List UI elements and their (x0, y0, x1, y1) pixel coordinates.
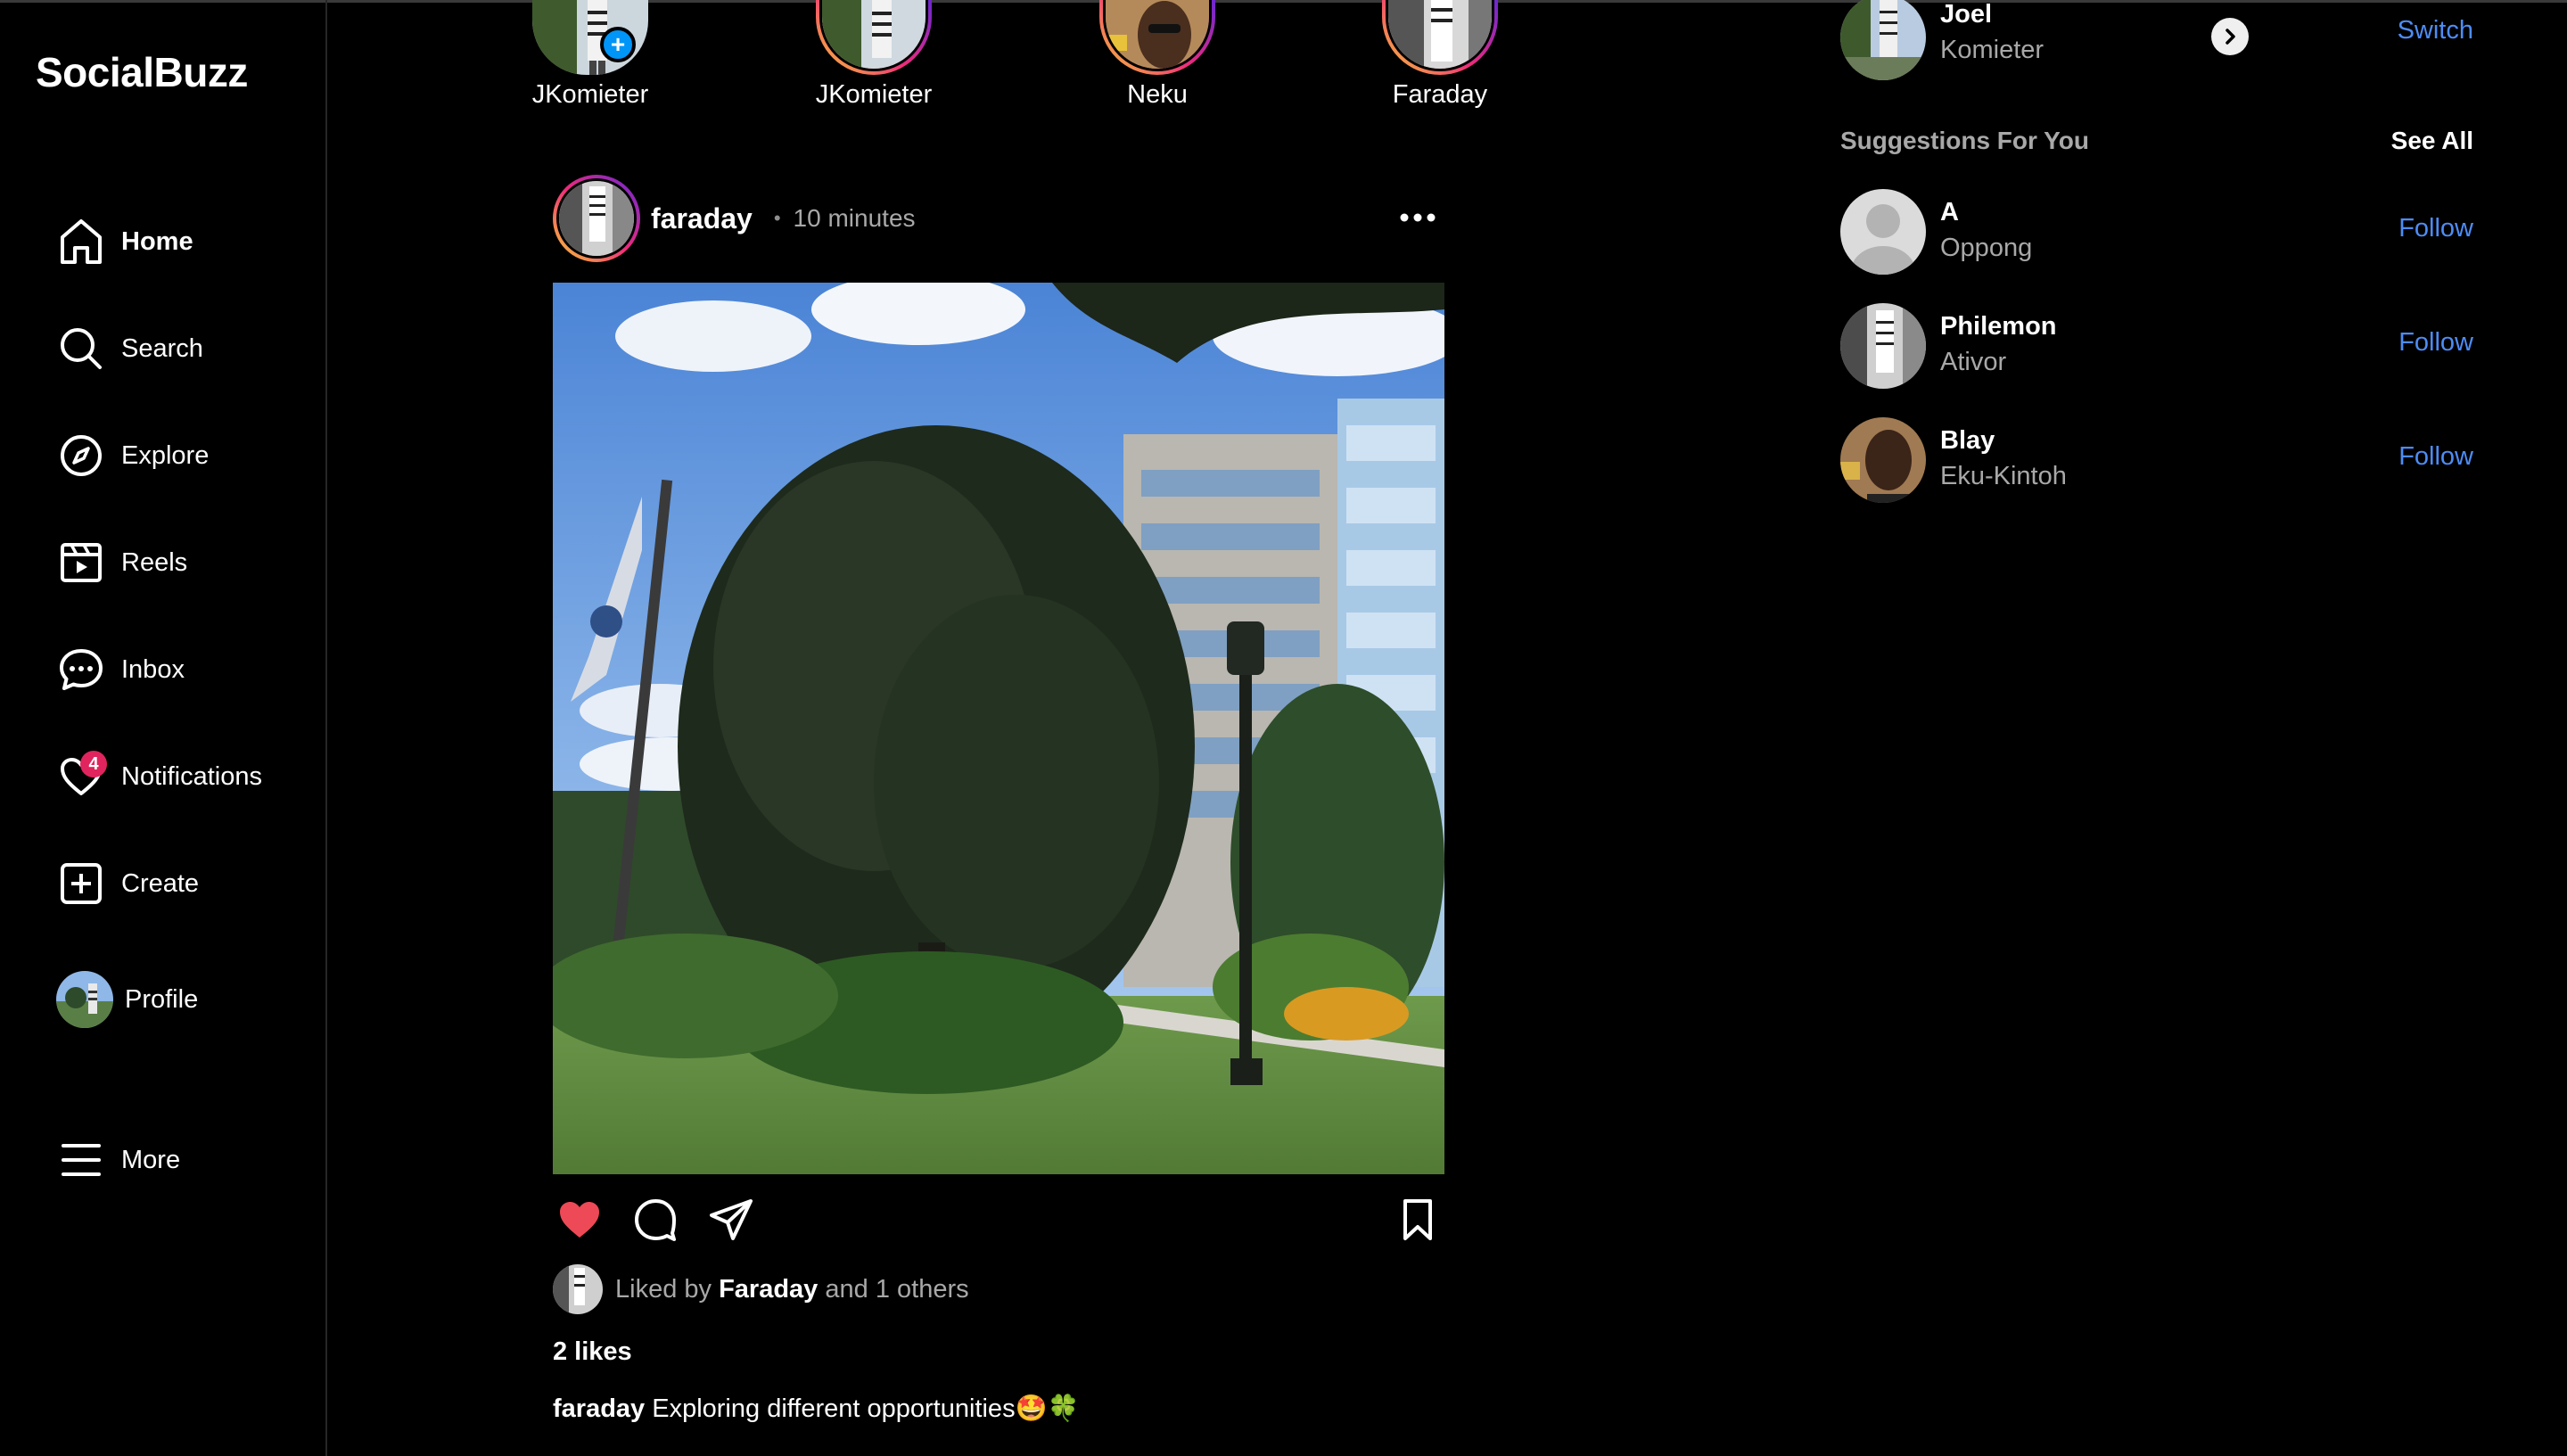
comment-icon (635, 1199, 676, 1241)
story-avatar (1382, 0, 1498, 75)
post-author-avatar[interactable] (553, 175, 640, 262)
suggestions-title: Suggestions For You (1840, 127, 2089, 154)
share-button[interactable] (704, 1193, 758, 1246)
sidebar-item-label: Notifications (121, 761, 262, 791)
current-user-card: Joel Komieter Switch (1840, 0, 2518, 80)
sidebar-item-create[interactable]: Create (53, 852, 312, 915)
sidebar-item-label: Inbox (121, 654, 185, 684)
liker-avatar (553, 1264, 603, 1314)
liked-by-row[interactable]: Liked by Faraday and 1 others (553, 1263, 969, 1316)
home-icon (53, 214, 109, 269)
stories-bar: + JKomieter JKomieter Neku Faraday (499, 0, 2249, 116)
avatar[interactable] (1840, 189, 1926, 275)
sidebar-item-label: Search (121, 333, 203, 363)
sidebar-item-notifications[interactable]: 4 Notifications (53, 745, 312, 808)
suggestion-item: Blay Eku-Kintoh Follow (1840, 417, 2518, 505)
send-icon (710, 1199, 753, 1240)
like-count[interactable]: 2 likes (553, 1337, 632, 1367)
post-timestamp: 10 minutes (793, 204, 916, 232)
bookmark-icon (1403, 1199, 1432, 1240)
comment-button[interactable] (629, 1193, 682, 1246)
heart-filled-icon (560, 1202, 599, 1238)
sidebar-item-label: Profile (125, 984, 199, 1014)
post-options-button[interactable] (1391, 200, 1444, 235)
suggestion-first-name[interactable]: Philemon (1940, 312, 2057, 341)
separator-dot: • (773, 207, 781, 229)
more-horizontal-icon (1400, 213, 1436, 222)
post-caption: faraday Exploring different opportunitie… (553, 1394, 1080, 1424)
post-header: faraday • 10 minutes (553, 169, 1444, 267)
sidebar-item-label: Home (121, 226, 193, 256)
sidebar: SocialBuzz Home Search Explore Reels Inb… (0, 0, 327, 1456)
like-button[interactable] (553, 1193, 606, 1246)
save-button[interactable] (1391, 1193, 1444, 1246)
story-item[interactable]: Neku (1068, 0, 1246, 110)
suggestions-header: Suggestions For You See All (1840, 127, 2518, 162)
sidebar-item-label: Explore (121, 440, 210, 470)
sidebar-item-explore[interactable]: Explore (53, 424, 312, 487)
sidebar-item-profile[interactable]: Profile (53, 968, 312, 1031)
suggestion-item: Philemon Ativor Follow (1840, 303, 2518, 391)
suggestion-last-name: Oppong (1940, 234, 2033, 262)
story-item[interactable]: JKomieter (785, 0, 963, 110)
see-all-link[interactable]: See All (2391, 127, 2473, 155)
post-actions (553, 1193, 1444, 1246)
compass-icon (53, 428, 109, 483)
menu-icon (53, 1132, 109, 1188)
avatar[interactable] (1840, 417, 1926, 503)
suggestion-first-name[interactable]: A (1940, 198, 1959, 227)
add-story-icon[interactable]: + (600, 27, 636, 62)
feed-post: faraday • 10 minutes Liked by Faraday an… (553, 169, 1444, 1423)
avatar[interactable] (1840, 303, 1926, 389)
story-name: Neku (1127, 80, 1188, 109)
story-item[interactable]: + JKomieter (501, 0, 679, 110)
message-icon (53, 642, 109, 697)
avatar (53, 968, 116, 1031)
plus-square-icon (53, 856, 109, 911)
sidebar-item-home[interactable]: Home (53, 210, 312, 273)
sidebar-item-more[interactable]: More (53, 1129, 312, 1191)
app-logo[interactable]: SocialBuzz (36, 48, 248, 96)
current-user-avatar[interactable] (1840, 0, 1926, 80)
sidebar-item-inbox[interactable]: Inbox (53, 638, 312, 701)
story-avatar: + (532, 0, 648, 75)
story-avatar (1099, 0, 1215, 75)
suggestion-item: A Oppong Follow (1840, 189, 2518, 276)
post-photo[interactable] (553, 283, 1444, 1174)
suggestion-first-name[interactable]: Blay (1940, 426, 1995, 456)
suggestion-last-name: Eku-Kintoh (1940, 462, 2067, 490)
sidebar-item-label: Reels (121, 547, 188, 577)
follow-button[interactable]: Follow (2398, 328, 2473, 358)
switch-account-link[interactable]: Switch (2398, 16, 2473, 45)
story-avatar (816, 0, 932, 75)
notification-count-badge: 4 (80, 751, 107, 777)
sidebar-item-label: Create (121, 868, 200, 898)
suggestion-last-name: Ativor (1940, 348, 2007, 376)
heart-icon: 4 (53, 749, 109, 804)
post-author-username[interactable]: faraday (651, 202, 753, 235)
sidebar-item-label: More (121, 1145, 181, 1174)
search-icon (53, 321, 109, 376)
follow-button[interactable]: Follow (2398, 442, 2473, 472)
story-name: JKomieter (815, 80, 933, 109)
current-user-first-name[interactable]: Joel (1940, 0, 1992, 29)
liked-by-text: Liked by Faraday and 1 others (615, 1274, 969, 1304)
story-name: JKomieter (531, 80, 649, 109)
caption-username[interactable]: faraday (553, 1394, 645, 1423)
story-name: Faraday (1392, 80, 1488, 109)
current-user-last-name: Komieter (1940, 36, 2045, 64)
sidebar-item-search[interactable]: Search (53, 317, 312, 380)
story-item[interactable]: Faraday (1351, 0, 1529, 110)
caption-text: Exploring different opportunities🤩🍀 (652, 1394, 1080, 1423)
sidebar-item-reels[interactable]: Reels (53, 531, 312, 594)
liked-by-user[interactable]: Faraday (719, 1275, 818, 1304)
follow-button[interactable]: Follow (2398, 214, 2473, 243)
reels-icon (53, 535, 109, 590)
